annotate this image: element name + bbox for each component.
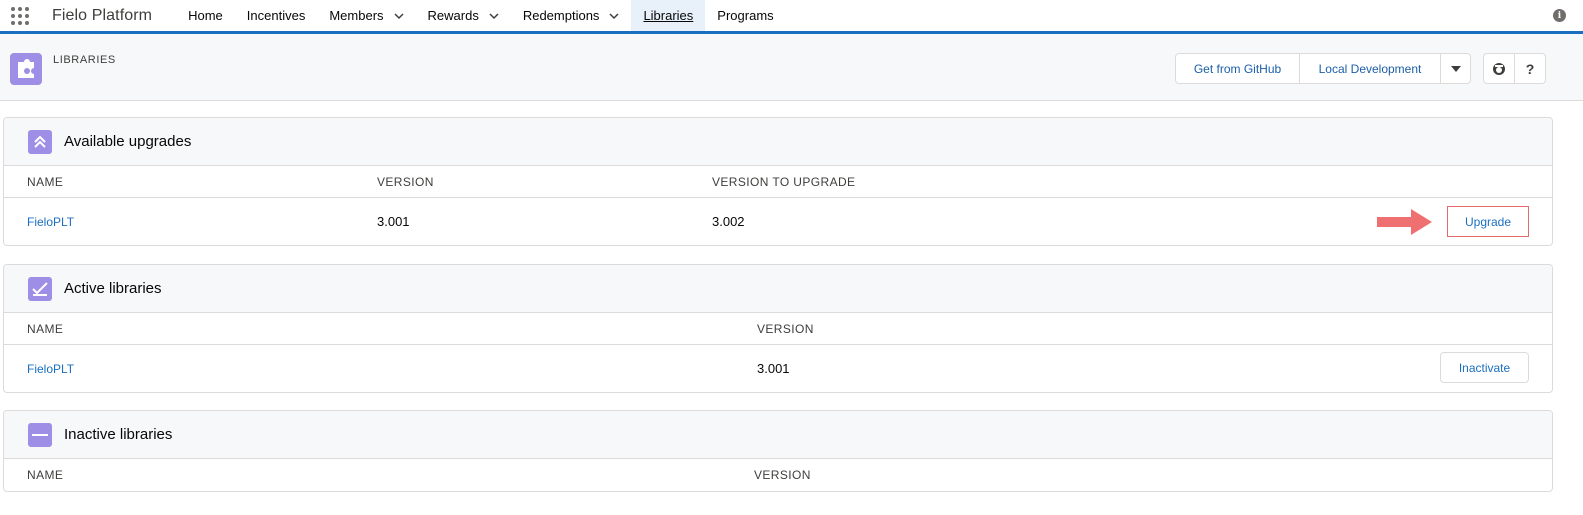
- info-icon[interactable]: i: [1553, 9, 1566, 22]
- column-header-version-to-upgrade: VERSION TO UPGRADE: [712, 175, 856, 189]
- library-version: 3.001: [377, 214, 410, 229]
- table-row: FieloPLT 3.001 Inactivate: [4, 345, 1552, 392]
- table-header: NAME VERSION: [4, 313, 1552, 345]
- column-header-version: VERSION: [754, 468, 811, 482]
- nav-item-members[interactable]: Members: [317, 0, 415, 31]
- table-header: NAME VERSION VERSION TO UPGRADE: [4, 166, 1552, 198]
- nav-item-home[interactable]: Home: [176, 0, 235, 31]
- nav-item-libraries[interactable]: Libraries: [631, 0, 706, 31]
- upgrade-button[interactable]: Upgrade: [1447, 206, 1529, 237]
- annotation-arrow-icon: [1377, 209, 1432, 235]
- column-header-version: VERSION: [377, 175, 434, 189]
- nav-item-redemptions[interactable]: Redemptions: [511, 0, 632, 31]
- setup-assistant-button[interactable]: [1484, 54, 1515, 83]
- global-nav: Fielo Platform Home Incentives Members R…: [0, 0, 1583, 34]
- local-development-button[interactable]: Local Development: [1300, 54, 1441, 83]
- column-header-version: VERSION: [757, 322, 814, 336]
- active-libraries-icon: [28, 276, 52, 301]
- user-badge-icon: [1493, 62, 1505, 75]
- card-title: Inactive libraries: [64, 426, 173, 443]
- inactivate-button[interactable]: Inactivate: [1440, 352, 1529, 383]
- app-name: Fielo Platform: [52, 6, 153, 24]
- available-upgrades-card: Available upgrades NAME VERSION VERSION …: [3, 117, 1553, 246]
- library-version: 3.001: [757, 361, 790, 376]
- active-libraries-card: Active libraries NAME VERSION FieloPLT 3…: [3, 264, 1553, 393]
- more-actions-button[interactable]: [1441, 54, 1470, 83]
- library-version-to-upgrade: 3.002: [712, 214, 745, 229]
- card-title: Active libraries: [64, 280, 162, 297]
- app-launcher-icon[interactable]: [0, 0, 40, 31]
- card-header: Active libraries: [4, 265, 1552, 313]
- help-button[interactable]: ?: [1515, 54, 1545, 83]
- table-header: NAME VERSION: [4, 459, 1552, 491]
- library-name-link[interactable]: FieloPLT: [27, 362, 74, 376]
- upgrade-icon: [28, 129, 52, 154]
- card-header: Available upgrades: [4, 118, 1552, 166]
- table-row: FieloPLT 3.001 3.002 Upgrade: [4, 198, 1552, 245]
- nav-item-rewards[interactable]: Rewards: [416, 0, 511, 31]
- nav-item-programs[interactable]: Programs: [705, 0, 785, 31]
- puzzle-icon: [10, 53, 42, 85]
- column-header-name: NAME: [27, 468, 64, 482]
- library-name-link[interactable]: FieloPLT: [27, 215, 74, 229]
- inactive-libraries-card: Inactive libraries NAME VERSION: [3, 410, 1553, 492]
- column-header-name: NAME: [27, 322, 64, 336]
- chevron-down-icon[interactable]: [394, 11, 404, 21]
- chevron-down-icon[interactable]: [489, 11, 499, 21]
- chevron-down-icon[interactable]: [609, 11, 619, 21]
- get-from-github-button[interactable]: Get from GitHub: [1176, 54, 1300, 83]
- inactive-libraries-icon: [28, 422, 52, 447]
- page-header: LIBRARIES Get from GitHub Local Developm…: [0, 34, 1583, 101]
- header-button-group: Get from GitHub Local Development: [1175, 53, 1471, 84]
- nav-item-incentives[interactable]: Incentives: [235, 0, 318, 31]
- card-header: Inactive libraries: [4, 411, 1552, 459]
- column-header-name: NAME: [27, 175, 64, 189]
- caret-down-icon: [1450, 65, 1461, 72]
- card-title: Available upgrades: [64, 133, 192, 150]
- page-title: LIBRARIES: [53, 54, 116, 66]
- utility-button-group: ?: [1483, 53, 1546, 84]
